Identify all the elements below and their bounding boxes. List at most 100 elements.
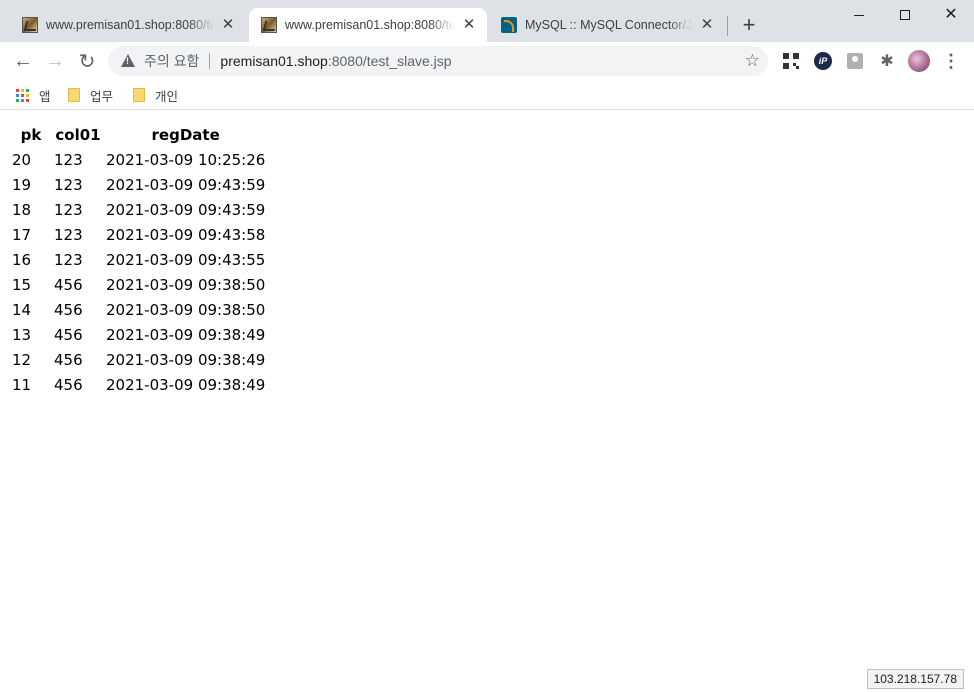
cell-regdate: 2021-03-09 09:38:49 (106, 350, 266, 369)
table-row: 16 123 2021-03-09 09:43:55 (11, 248, 266, 271)
cell-regdate: 2021-03-09 10:25:26 (106, 150, 266, 169)
cell-col01: 456 (54, 375, 83, 394)
cell-pk: 13 (12, 325, 32, 344)
close-tab-icon[interactable]: ✕ (699, 17, 715, 33)
close-icon: ✕ (944, 6, 958, 23)
url-path: :8080/test_slave.jsp (327, 53, 452, 69)
cell-regdate: 2021-03-09 09:43:59 (106, 175, 266, 194)
ip-icon: iP (814, 52, 832, 70)
bookmarks-bar: 앱 업무 개인 (0, 80, 974, 110)
cell-pk: 19 (12, 175, 32, 194)
bookmark-folder-personal[interactable]: 개인 (133, 85, 178, 105)
folder-icon (133, 88, 145, 102)
table-row: 13 456 2021-03-09 09:38:49 (11, 323, 266, 346)
minimize-button[interactable] (836, 0, 882, 30)
tab-strip: www.premisan01.shop:8080/test_slave.jsp … (0, 0, 974, 42)
more-vert-icon[interactable]: ⋮ (942, 51, 960, 71)
person-icon (847, 53, 863, 69)
bookmark-label: 앱 (39, 89, 51, 104)
tab-test-slave-2[interactable]: www.premisan01.shop:8080/test_slave.jsp … (249, 8, 487, 42)
cell-col01: 456 (54, 350, 83, 369)
cell-regdate: 2021-03-09 09:38:50 (106, 300, 266, 319)
page-content: pk col01 regDate 20 123 2021-03-09 10:25:2… (0, 111, 974, 692)
profile-avatar[interactable] (908, 50, 930, 72)
cell-col01: 456 (54, 275, 83, 294)
tab-title: www.premisan01.shop:8080/test_slave.jsp (285, 18, 455, 32)
header-col01: col01 (55, 125, 101, 144)
data-table: pk col01 regDate 20 123 2021-03-09 10:25:2… (9, 121, 268, 398)
cell-pk: 18 (12, 200, 32, 219)
tab-title: MySQL :: MySQL Connector/J 8.0 (525, 18, 693, 32)
reload-icon[interactable]: ↻ (73, 47, 101, 75)
cell-pk: 12 (12, 350, 32, 369)
url-host: premisan01.shop (220, 53, 328, 69)
table-row: 12 456 2021-03-09 09:38:49 (11, 348, 266, 371)
table-row: 20 123 2021-03-09 10:25:26 (11, 148, 266, 171)
maximize-button[interactable] (882, 0, 928, 30)
warning-icon[interactable] (120, 53, 136, 69)
new-tab-plus-icon[interactable]: + (738, 14, 760, 36)
folder-icon (68, 88, 80, 102)
url-text[interactable]: premisan01.shop:8080/test_slave.jsp (220, 53, 451, 69)
tab-title: www.premisan01.shop:8080/test_slave.jsp (46, 18, 214, 32)
cell-pk: 20 (12, 150, 32, 169)
bookmark-star-icon[interactable]: ☆ (745, 51, 760, 71)
qr-code-icon (781, 51, 801, 71)
cell-col01: 123 (54, 150, 83, 169)
header-regdate: regDate (151, 125, 220, 144)
tab-mysql-connector[interactable]: MySQL :: MySQL Connector/J 8.0 ✕ (489, 8, 725, 42)
address-bar[interactable]: 주의 요함 premisan01.shop:8080/test_slave.js… (108, 46, 768, 76)
back-arrow-icon[interactable]: ← (9, 47, 37, 75)
apps-grid-icon (16, 88, 29, 102)
forward-arrow-icon[interactable]: → (41, 47, 69, 75)
cell-regdate: 2021-03-09 09:38:50 (106, 275, 266, 294)
table-row: 14 456 2021-03-09 09:38:50 (11, 298, 266, 321)
cell-regdate: 2021-03-09 09:43:55 (106, 250, 266, 269)
image-favicon-icon (261, 17, 277, 33)
cell-regdate: 2021-03-09 09:43:58 (106, 225, 266, 244)
extensions-button[interactable]: ✱ (877, 51, 897, 71)
cell-col01: 123 (54, 250, 83, 269)
qr-code-extension[interactable] (781, 51, 801, 71)
cell-col01: 456 (54, 300, 83, 319)
cell-col01: 123 (54, 200, 83, 219)
tab-test-slave-1[interactable]: www.premisan01.shop:8080/test_slave.jsp … (10, 8, 246, 42)
tab-separator (727, 16, 728, 36)
ip-extension[interactable]: iP (813, 51, 833, 71)
table-header-row: pk col01 regDate (11, 123, 266, 146)
browser-toolbar: ← → ↻ 주의 요함 premisan01.shop:8080/test_sl… (0, 42, 974, 80)
bookmark-label: 개인 (155, 89, 179, 104)
cell-regdate: 2021-03-09 09:38:49 (106, 375, 266, 394)
cell-pk: 15 (12, 275, 32, 294)
puzzle-icon: ✱ (880, 53, 894, 70)
cell-pk: 17 (12, 225, 32, 244)
person-extension[interactable] (845, 51, 865, 71)
bookmark-folder-work[interactable]: 업무 (68, 85, 113, 105)
mysql-favicon-icon (501, 17, 517, 33)
cell-pk: 16 (12, 250, 32, 269)
cell-pk: 14 (12, 300, 32, 319)
minimize-icon (854, 14, 864, 16)
cell-pk: 11 (12, 375, 32, 394)
ip-status-badge: 103.218.157.78 (866, 669, 964, 689)
header-pk: pk (20, 125, 42, 144)
bookmark-apps[interactable]: 앱 (16, 85, 51, 105)
close-window-button[interactable]: ✕ (928, 0, 974, 30)
maximize-icon (900, 10, 910, 20)
cell-col01: 123 (54, 225, 83, 244)
cell-regdate: 2021-03-09 09:38:49 (106, 325, 266, 344)
table-row: 18 123 2021-03-09 09:43:59 (11, 198, 266, 221)
omnibox-divider (209, 53, 211, 69)
table-row: 17 123 2021-03-09 09:43:58 (11, 223, 266, 246)
close-tab-icon[interactable]: ✕ (461, 17, 477, 33)
bookmark-label: 업무 (90, 89, 114, 104)
close-tab-icon[interactable]: ✕ (220, 17, 236, 33)
table-row: 19 123 2021-03-09 09:43:59 (11, 173, 266, 196)
cell-col01: 123 (54, 175, 83, 194)
security-label[interactable]: 주의 요함 (144, 51, 199, 71)
table-row: 15 456 2021-03-09 09:38:50 (11, 273, 266, 296)
cell-col01: 456 (54, 325, 83, 344)
table-row: 11 456 2021-03-09 09:38:49 (11, 373, 266, 396)
cell-regdate: 2021-03-09 09:43:59 (106, 200, 266, 219)
image-favicon-icon (22, 17, 38, 33)
